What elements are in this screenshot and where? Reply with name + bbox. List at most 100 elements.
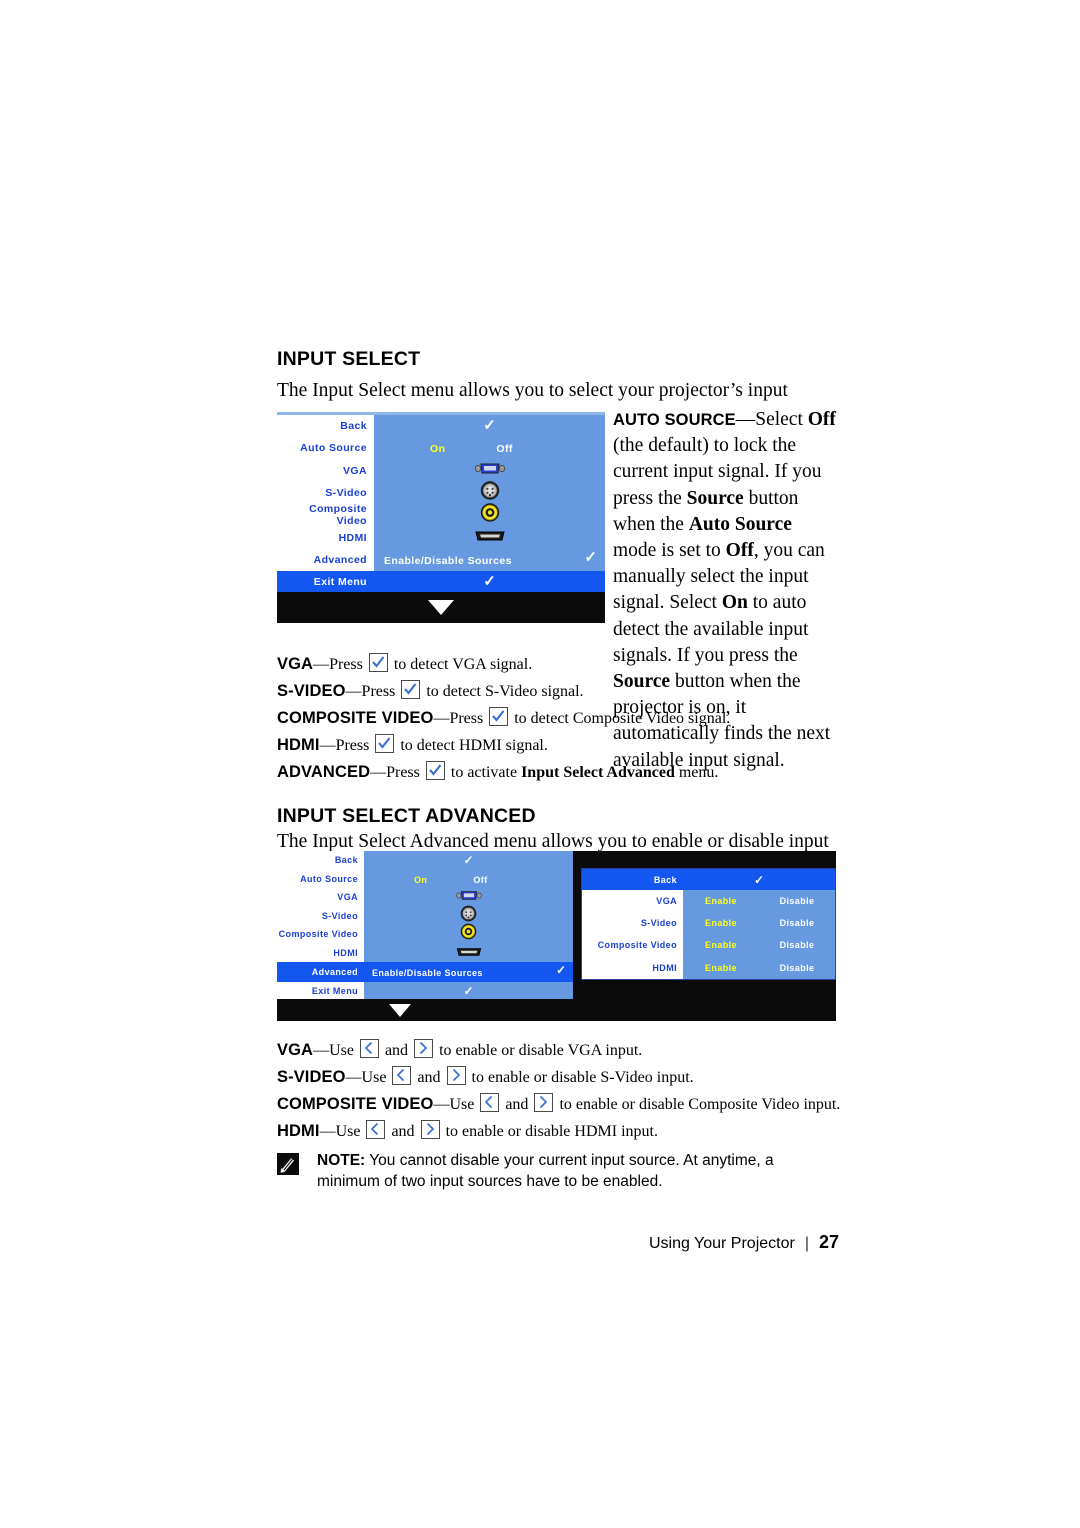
checkmark-icon: ✓ <box>584 549 597 566</box>
composite-connector-icon <box>460 923 477 940</box>
osd-input-select-advanced-figure: Back ✓ Auto Source On Off VGA S-Video Co… <box>277 851 836 1021</box>
osd-submenu-row-composite-video[interactable]: Composite Video Enable Disable <box>582 934 835 956</box>
osd-option-on[interactable]: On <box>430 443 445 455</box>
osd-row-value <box>364 944 573 963</box>
osd-row-label: S-Video <box>640 918 677 929</box>
left-arrow-key-icon <box>366 1120 386 1139</box>
page-footer: Using Your Projector | 27 <box>277 1232 839 1253</box>
note-pencil-icon <box>277 1153 299 1175</box>
osd-scroll-bar <box>277 999 836 1021</box>
osd-option-disable[interactable]: Disable <box>759 963 835 973</box>
osd-row-label: Back <box>340 420 367 433</box>
checkmark-icon: ✓ <box>555 963 566 977</box>
osd-advanced-value: Enable/Disable Sources <box>384 554 512 567</box>
osd-row-label: VGA <box>343 464 367 477</box>
note-label: NOTE: <box>317 1152 366 1169</box>
note-callout: NOTE: You cannot disable your current in… <box>277 1150 839 1192</box>
enter-key-icon <box>425 761 445 780</box>
osd-row-label: Exit Menu <box>311 986 358 997</box>
left-arrow-key-icon <box>392 1066 412 1085</box>
footer-title: Using Your Projector <box>648 1235 795 1252</box>
note-text: NOTE: You cannot disable your current in… <box>317 1150 839 1192</box>
osd-submenu-row-back[interactable]: Back ✓ <box>582 869 835 890</box>
osd-row-vga[interactable]: VGA <box>277 888 573 907</box>
term-composite-video: COMPOSITE VIDEO <box>277 709 434 727</box>
osd-option-off[interactable]: Off <box>473 875 487 885</box>
osd-row-value <box>374 503 605 526</box>
document-page: INPUT SELECT The Input Select menu allow… <box>0 0 1080 1528</box>
osd-left-menu: Back ✓ Auto Source On Off VGA S-Video Co… <box>277 851 573 999</box>
osd-row-value <box>364 923 573 944</box>
osd-row-hdmi[interactable]: HDMI <box>277 526 605 548</box>
osd-row-label: Composite Video <box>309 503 367 528</box>
osd-option-enable[interactable]: Enable <box>683 918 759 928</box>
osd-option-disable[interactable]: Disable <box>759 940 835 950</box>
osd-row-label: HDMI <box>333 947 358 958</box>
osd-row-exit-menu[interactable]: Exit Menu ✓ <box>277 982 573 1001</box>
term-vga: VGA <box>277 1041 314 1059</box>
osd-row-composite-video[interactable]: Composite Video <box>277 503 605 528</box>
list-item: COMPOSITE VIDEO—Use and to enable or dis… <box>277 1093 841 1113</box>
osd-option-on[interactable]: On <box>414 875 427 885</box>
osd-row-auto-source[interactable]: Auto Source On Off <box>277 870 573 889</box>
checkmark-icon: ✓ <box>463 984 474 999</box>
osd-row-label: S-Video <box>325 487 367 500</box>
osd-option-off[interactable]: Off <box>496 443 512 455</box>
osd-row-exit-menu[interactable]: Exit Menu ✓ <box>277 571 605 592</box>
osd-option-disable[interactable]: Disable <box>759 896 835 906</box>
osd-row-vga[interactable]: VGA <box>277 460 605 482</box>
osd-row-value <box>364 905 573 926</box>
osd-advanced-value: Enable/Disable Sources <box>372 968 483 978</box>
checkmark-icon: ✓ <box>463 853 474 868</box>
checkmark-icon: ✓ <box>483 573 496 590</box>
term-composite-video: COMPOSITE VIDEO <box>277 1095 434 1113</box>
osd-row-composite-video[interactable]: Composite Video <box>277 923 573 944</box>
right-arrow-key-icon <box>414 1039 434 1058</box>
checkmark-icon: ✓ <box>483 418 496 435</box>
osd-row-label: Composite Video <box>597 940 677 951</box>
osd-row-value: ✓ <box>683 869 835 890</box>
osd-option-disable[interactable]: Disable <box>759 918 835 928</box>
enter-key-icon <box>375 734 395 753</box>
list-item: S-VIDEO—Use and to enable or disable S-V… <box>277 1066 694 1086</box>
osd-scroll-bar <box>277 592 605 623</box>
vga-connector-icon <box>474 463 505 474</box>
osd-option-enable[interactable]: Enable <box>683 896 759 906</box>
footer-separator: | <box>804 1235 809 1252</box>
osd-row-value: ✓ <box>374 571 605 592</box>
osd-enable-disable-submenu: Back ✓ VGA Enable Disable S-Video Enable… <box>581 868 836 980</box>
osd-row-value <box>374 460 605 482</box>
osd-row-value: Enable/Disable Sources ✓ <box>364 962 573 982</box>
osd-row-back[interactable]: Back ✓ <box>277 851 573 870</box>
osd-row-advanced[interactable]: Advanced Enable/Disable Sources ✓ <box>277 962 573 982</box>
term-svideo: S-VIDEO <box>277 682 346 700</box>
list-item: HDMI—Use and to enable or disable HDMI i… <box>277 1120 658 1140</box>
osd-row-label: Advanced <box>313 553 367 566</box>
osd-row-value: On Off <box>374 437 605 459</box>
osd-row-advanced[interactable]: Advanced Enable/Disable Sources ✓ <box>277 549 605 571</box>
list-item: S-VIDEO—Press to detect S-Video signal. <box>277 680 584 700</box>
osd-row-value <box>374 526 605 548</box>
osd-row-auto-source[interactable]: Auto Source On Off <box>277 437 605 459</box>
osd-row-hdmi[interactable]: HDMI <box>277 944 573 963</box>
osd-row-back[interactable]: Back ✓ <box>277 415 605 437</box>
osd-row-svideo[interactable]: S-Video <box>277 481 605 504</box>
osd-submenu-row-svideo[interactable]: S-Video Enable Disable <box>582 912 835 934</box>
osd-submenu-row-vga[interactable]: VGA Enable Disable <box>582 890 835 912</box>
svideo-connector-icon <box>460 905 477 922</box>
osd-row-value: On Off <box>364 870 573 889</box>
osd-row-label: Back <box>334 855 358 866</box>
scroll-down-arrow-icon <box>428 600 454 615</box>
list-item: ADVANCED—Press to activate Input Select … <box>277 761 719 781</box>
hdmi-connector-icon <box>474 531 505 541</box>
svideo-connector-icon <box>480 481 499 500</box>
composite-connector-icon <box>480 503 499 523</box>
osd-submenu-row-hdmi[interactable]: HDMI Enable Disable <box>582 957 835 979</box>
osd-row-svideo[interactable]: S-Video <box>277 905 573 926</box>
section-heading-input-select-advanced: INPUT SELECT ADVANCED <box>277 805 536 827</box>
osd-option-enable[interactable]: Enable <box>683 940 759 950</box>
list-item: VGA—Use and to enable or disable VGA inp… <box>277 1039 643 1059</box>
osd-row-value: Enable Disable <box>683 957 835 979</box>
osd-option-enable[interactable]: Enable <box>683 963 759 973</box>
osd-input-select-figure: Back ✓ Auto Source On Off VGA S-Video Co… <box>277 412 605 623</box>
